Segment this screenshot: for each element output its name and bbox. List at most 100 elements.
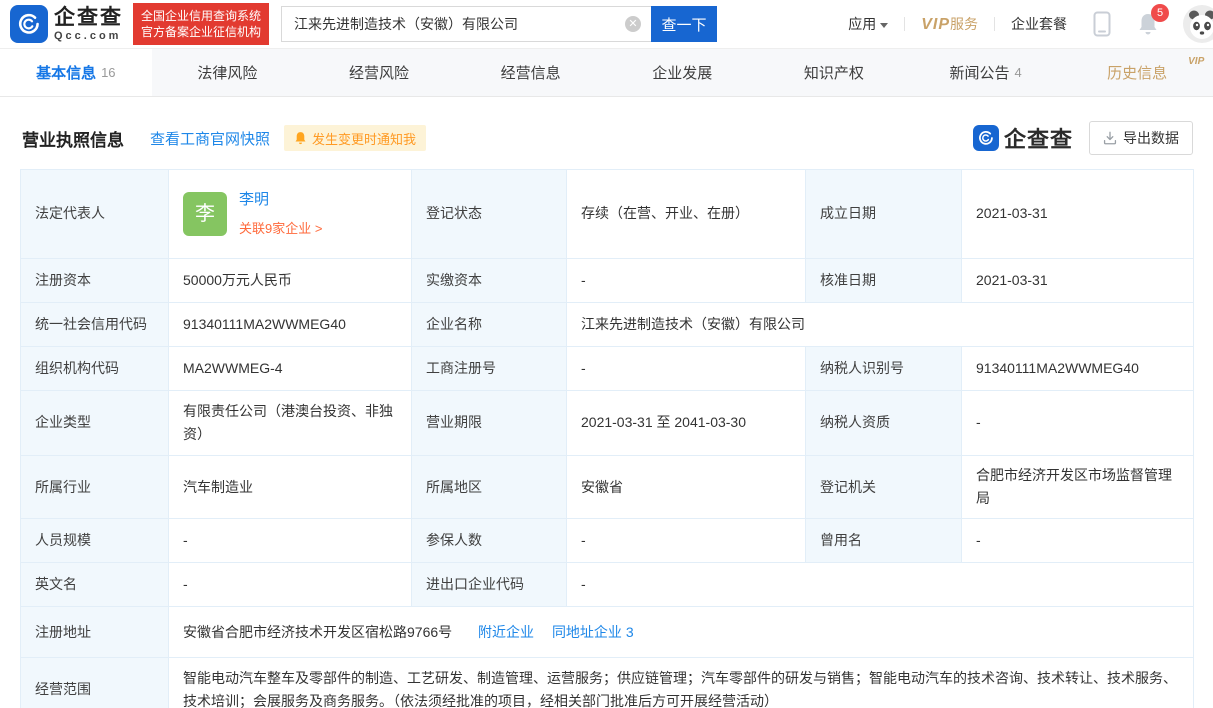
label-legal-representative: 法定代表人	[21, 170, 169, 259]
label-former-name: 曾用名	[806, 519, 962, 563]
search-input[interactable]	[281, 6, 651, 42]
label-region: 所属地区	[412, 456, 567, 519]
label-registered-address: 注册地址	[21, 607, 169, 658]
table-row: 经营范围 智能电动汽车整车及零部件的制造、工艺研发、制造管理、运营服务；供应链管…	[21, 658, 1194, 708]
tab-legal-risk[interactable]: 法律风险	[152, 49, 304, 96]
value-region: 安徽省	[567, 456, 806, 519]
label-import-export-code: 进出口企业代码	[412, 563, 567, 607]
value-organization-code: MA2WWMEG-4	[169, 347, 412, 391]
menu-divider	[904, 17, 905, 31]
label-business-registration-no: 工商注册号	[412, 347, 567, 391]
value-paid-in-capital: -	[567, 259, 806, 303]
label-insured-count: 参保人数	[412, 519, 567, 563]
qcc-logo-icon	[10, 5, 48, 43]
brand-name: 企查查	[54, 7, 123, 28]
brand-domain: Qcc.com	[54, 31, 123, 42]
table-row: 法定代表人 李 李明 关联9家企业 > 登记状态 存续（在营、开业、在册） 成立…	[21, 170, 1194, 259]
table-row: 注册资本 50000万元人民币 实缴资本 - 核准日期 2021-03-31	[21, 259, 1194, 303]
tab-intellectual-property[interactable]: 知识产权	[758, 49, 910, 96]
value-business-registration-no: -	[567, 347, 806, 391]
tab-news[interactable]: 新闻公告 4	[910, 49, 1062, 96]
nearby-companies-link[interactable]: 附近企业	[478, 624, 534, 640]
company-nav-tabs: 基本信息 16 法律风险 经营风险 经营信息 企业发展 知识产权 新闻公告 4 …	[0, 48, 1213, 97]
export-data-button[interactable]: 导出数据	[1089, 121, 1193, 155]
section-title: 营业执照信息	[22, 126, 124, 151]
vip-tag: VIP	[1188, 56, 1204, 67]
value-legal-representative: 李 李明 关联9家企业 >	[169, 170, 412, 259]
label-industry: 所属行业	[21, 456, 169, 519]
label-credit-code: 统一社会信用代码	[21, 303, 169, 347]
qcc-watermark-icon	[973, 125, 999, 151]
menu-vip-services[interactable]: VIP服务	[921, 14, 978, 34]
value-registration-status: 存续（在营、开业、在册）	[567, 170, 806, 259]
value-insured-count: -	[567, 519, 806, 563]
qcc-logo[interactable]: 企查查 Qcc.com	[10, 5, 123, 43]
value-english-name: -	[169, 563, 412, 607]
clear-search-icon[interactable]: ✕	[625, 16, 641, 32]
menu-apps[interactable]: 应用	[848, 14, 888, 34]
label-business-term: 营业期限	[412, 391, 567, 456]
tab-company-development[interactable]: 企业发展	[607, 49, 759, 96]
label-registered-capital: 注册资本	[21, 259, 169, 303]
menu-divider	[994, 17, 995, 31]
value-registered-capital: 50000万元人民币	[169, 259, 412, 303]
value-registered-address: 安徽省合肥市经济技术开发区宿松路9766号 附近企业 同地址企业 3	[169, 607, 1194, 658]
qcc-watermark-logo: 企查查	[973, 122, 1073, 154]
tab-history-info[interactable]: 历史信息 VIP	[1061, 49, 1213, 96]
table-row: 统一社会信用代码 91340111MA2WWMEG40 企业名称 江来先进制造技…	[21, 303, 1194, 347]
tab-basic-info[interactable]: 基本信息 16	[0, 49, 152, 96]
value-company-type: 有限责任公司（港澳台投资、非独资）	[169, 391, 412, 456]
value-business-scope: 智能电动汽车整车及零部件的制造、工艺研发、制造管理、运营服务；供应链管理；汽车零…	[169, 658, 1194, 708]
table-row: 组织机构代码 MA2WWMEG-4 工商注册号 - 纳税人识别号 9134011…	[21, 347, 1194, 391]
table-row: 英文名 - 进出口企业代码 -	[21, 563, 1194, 607]
legal-rep-avatar[interactable]: 李	[183, 192, 227, 236]
label-registration-authority: 登记机关	[806, 456, 962, 519]
label-staff-size: 人员规模	[21, 519, 169, 563]
legal-rep-name-link[interactable]: 李明	[239, 188, 322, 213]
label-taxpayer-id: 纳税人识别号	[806, 347, 962, 391]
label-english-name: 英文名	[21, 563, 169, 607]
license-section-header: 营业执照信息 查看工商官网快照 发生变更时通知我 企查查 导出数据	[0, 97, 1213, 169]
value-company-name: 江来先进制造技术（安徽）有限公司	[567, 303, 1194, 347]
label-registration-status: 登记状态	[412, 170, 567, 259]
top-menu: 应用 VIP服务 企业套餐 5	[848, 5, 1213, 43]
label-company-type: 企业类型	[21, 391, 169, 456]
value-former-name: -	[962, 519, 1194, 563]
value-taxpayer-qualification: -	[962, 391, 1194, 456]
value-industry: 汽车制造业	[169, 456, 412, 519]
label-company-name: 企业名称	[412, 303, 567, 347]
mobile-app-icon[interactable]	[1093, 11, 1111, 37]
value-business-term: 2021-03-31 至 2041-03-30	[567, 391, 806, 456]
label-paid-in-capital: 实缴资本	[412, 259, 567, 303]
related-companies-link[interactable]: 关联9家企业 >	[239, 218, 322, 239]
table-row: 所属行业 汽车制造业 所属地区 安徽省 登记机关 合肥市经济开发区市场监督管理局	[21, 456, 1194, 519]
chevron-down-icon	[880, 23, 888, 28]
notifications-bell-icon[interactable]: 5	[1137, 12, 1159, 36]
tab-operation-info[interactable]: 经营信息	[455, 49, 607, 96]
user-avatar[interactable]	[1183, 5, 1213, 43]
table-row: 注册地址 安徽省合肥市经济技术开发区宿松路9766号 附近企业 同地址企业 3	[21, 607, 1194, 658]
notification-count-badge: 5	[1151, 4, 1169, 22]
label-approval-date: 核准日期	[806, 259, 962, 303]
label-establish-date: 成立日期	[806, 170, 962, 259]
menu-enterprise-package[interactable]: 企业套餐	[1011, 14, 1067, 34]
search-button[interactable]: 查一下	[651, 6, 717, 42]
tab-operation-risk[interactable]: 经营风险	[303, 49, 455, 96]
value-approval-date: 2021-03-31	[962, 259, 1194, 303]
value-establish-date: 2021-03-31	[962, 170, 1194, 259]
value-credit-code: 91340111MA2WWMEG40	[169, 303, 412, 347]
value-taxpayer-id: 91340111MA2WWMEG40	[962, 347, 1194, 391]
search-box: ✕ 查一下	[281, 6, 717, 42]
value-staff-size: -	[169, 519, 412, 563]
table-row: 企业类型 有限责任公司（港澳台投资、非独资） 营业期限 2021-03-31 至…	[21, 391, 1194, 456]
top-bar: 企查查 Qcc.com 全国企业信用查询系统 官方备案企业征信机构 ✕ 查一下 …	[0, 0, 1213, 48]
same-address-companies-link[interactable]: 同地址企业 3	[552, 624, 634, 640]
value-import-export-code: -	[567, 563, 1194, 607]
table-row: 人员规模 - 参保人数 - 曾用名 -	[21, 519, 1194, 563]
business-license-table: 法定代表人 李 李明 关联9家企业 > 登记状态 存续（在营、开业、在册） 成立…	[20, 169, 1194, 708]
bell-icon	[294, 131, 307, 145]
notify-on-change-button[interactable]: 发生变更时通知我	[284, 125, 426, 151]
label-business-scope: 经营范围	[21, 658, 169, 708]
label-organization-code: 组织机构代码	[21, 347, 169, 391]
gov-snapshot-link[interactable]: 查看工商官网快照	[150, 128, 270, 149]
